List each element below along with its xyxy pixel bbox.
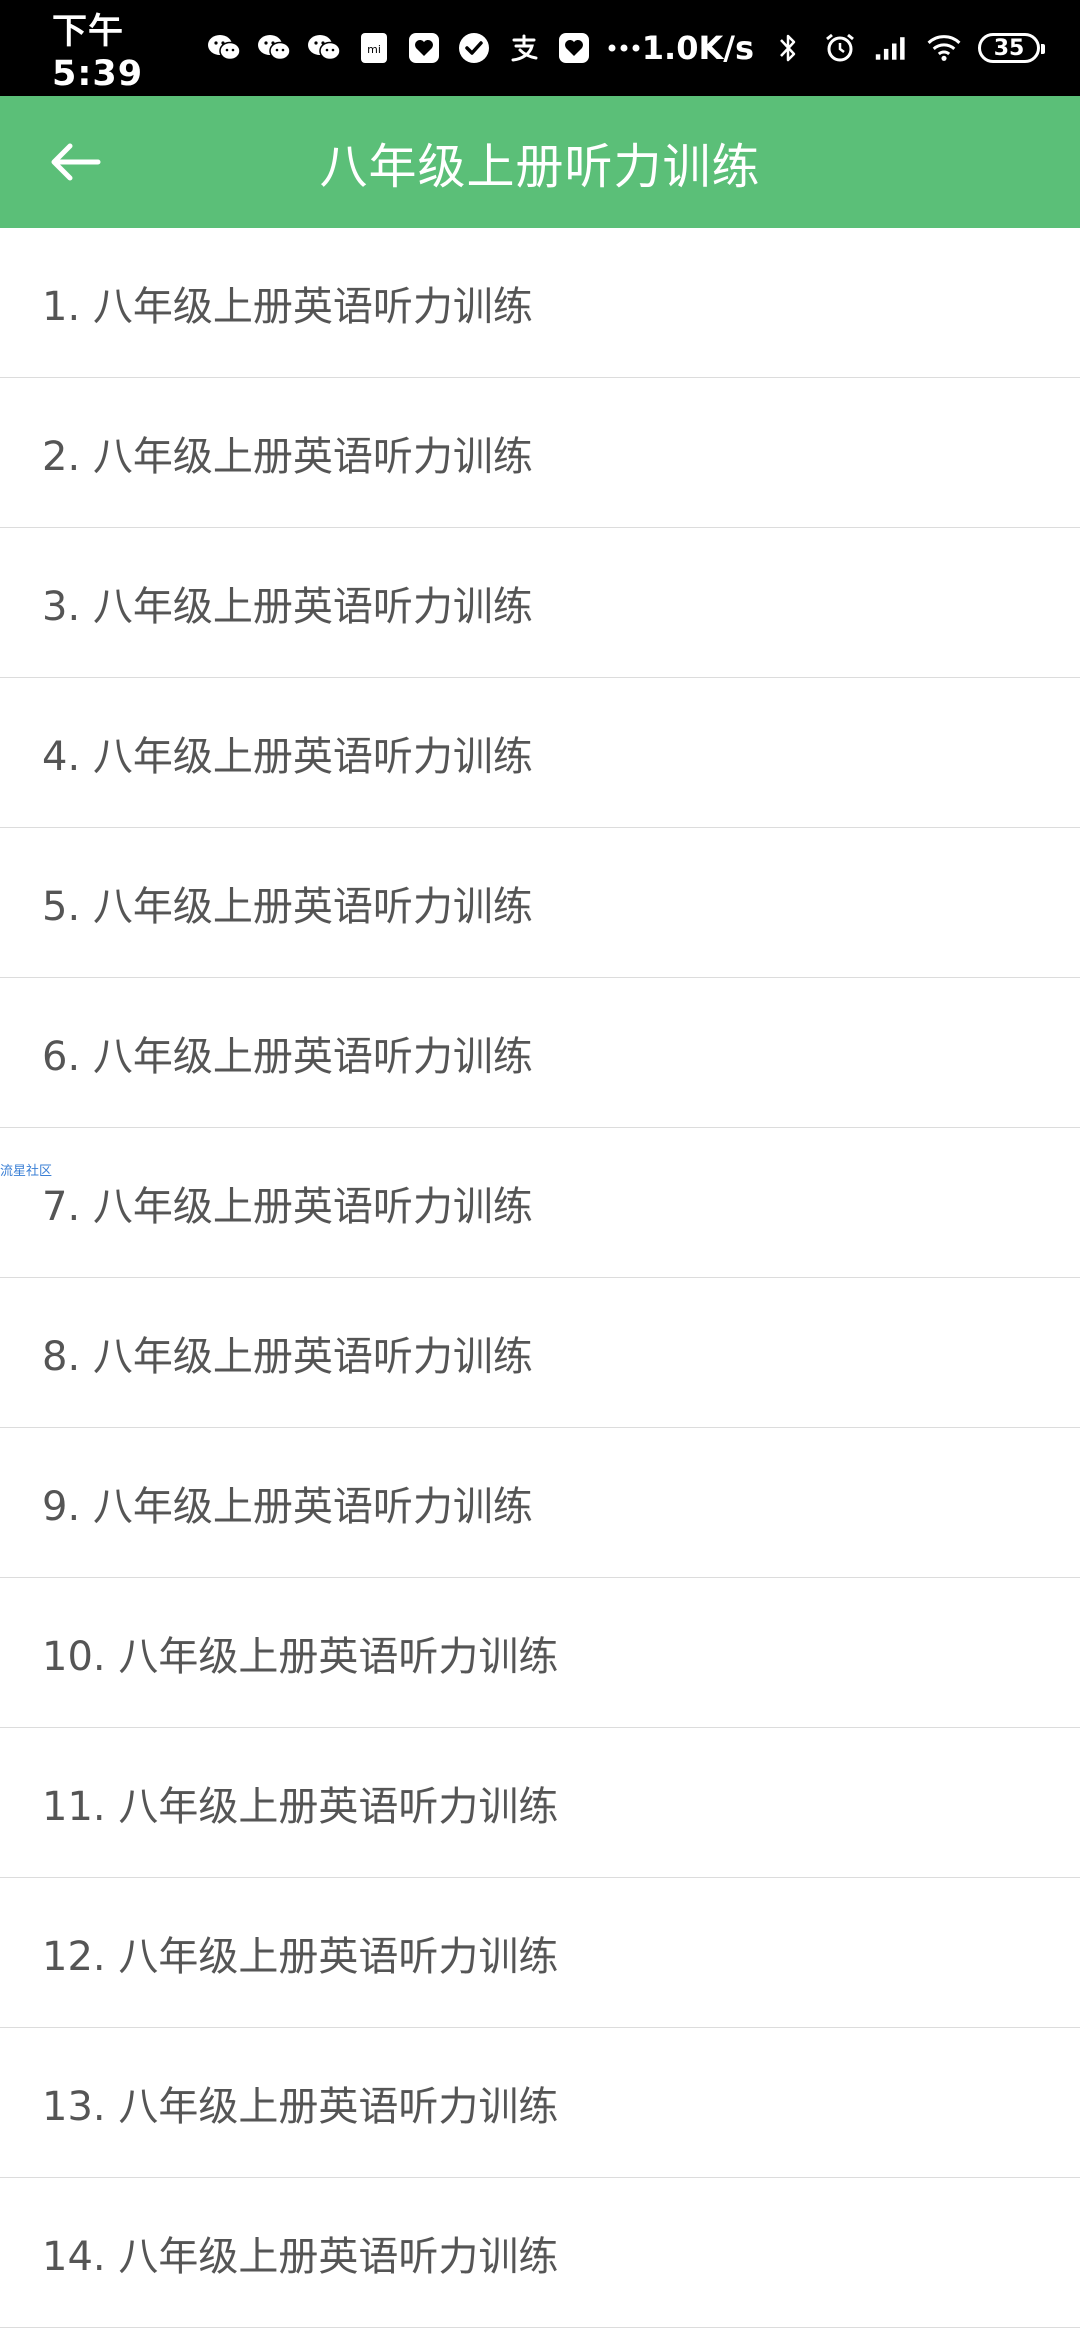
list-item[interactable]: 3. 八年级上册英语听力训练 <box>0 528 1080 678</box>
notification-icons: mi <box>206 30 642 66</box>
list-item-label: 6. 八年级上册英语听力训练 <box>42 1033 533 1080</box>
wifi-icon <box>926 30 962 66</box>
list-item[interactable]: 8. 八年级上册英语听力训练 <box>0 1278 1080 1428</box>
list-item-label: 7. 八年级上册英语听力训练 <box>42 1183 533 1230</box>
battery-icon: 35 <box>978 33 1045 63</box>
check-circle-icon <box>456 30 492 66</box>
list-item-label: 9. 八年级上册英语听力训练 <box>42 1483 533 1530</box>
wechat-icon <box>256 30 292 66</box>
network-speed: 1.0K/s <box>641 29 754 67</box>
app-bar: 八年级上册听力训练 <box>0 96 1080 228</box>
bluetooth-icon <box>770 30 806 66</box>
list-item[interactable]: 9. 八年级上册英语听力训练 <box>0 1428 1080 1578</box>
list-item[interactable]: 6. 八年级上册英语听力训练 <box>0 978 1080 1128</box>
list-item-label: 4. 八年级上册英语听力训练 <box>42 733 533 780</box>
status-bar: 下午5:39 mi 1.0K/s 35 <box>0 0 1080 96</box>
heart-app-icon <box>556 30 592 66</box>
list-item[interactable]: 13. 八年级上册英语听力训练 <box>0 2028 1080 2178</box>
alarm-icon <box>822 30 858 66</box>
list-item[interactable]: 5. 八年级上册英语听力训练 <box>0 828 1080 978</box>
list-item-label: 11. 八年级上册英语听力训练 <box>42 1783 559 1830</box>
list-item-label: 10. 八年级上册英语听力训练 <box>42 1633 559 1680</box>
svg-text:mi: mi <box>367 43 381 56</box>
list-item-label: 8. 八年级上册英语听力训练 <box>42 1333 533 1380</box>
watermark-text: 流星社区 <box>0 1164 53 1179</box>
list-item-label: 3. 八年级上册英语听力训练 <box>42 583 533 630</box>
list-item-label: 12. 八年级上册英语听力训练 <box>42 1933 559 1980</box>
page-title: 八年级上册听力训练 <box>319 139 761 195</box>
back-button[interactable] <box>36 124 112 200</box>
signal-icon <box>874 30 910 66</box>
list-item-label: 2. 八年级上册英语听力训练 <box>42 433 533 480</box>
list-item-label: 13. 八年级上册英语听力训练 <box>42 2083 559 2130</box>
lesson-list: 1. 八年级上册英语听力训练 2. 八年级上册英语听力训练 3. 八年级上册英语… <box>0 228 1080 2328</box>
system-indicators: 1.0K/s 35 <box>641 29 1045 67</box>
arrow-left-icon <box>51 143 101 181</box>
list-item[interactable]: 10. 八年级上册英语听力训练 <box>0 1578 1080 1728</box>
list-item[interactable]: 4. 八年级上册英语听力训练 <box>0 678 1080 828</box>
more-dots-icon <box>606 30 642 66</box>
list-item[interactable]: 12. 八年级上册英语听力训练 <box>0 1878 1080 2028</box>
status-time: 下午5:39 <box>52 11 144 94</box>
list-item-label: 1. 八年级上册英语听力训练 <box>42 283 533 330</box>
list-item[interactable]: 2. 八年级上册英语听力训练 <box>0 378 1080 528</box>
list-item[interactable]: 14. 八年级上册英语听力训练 <box>0 2178 1080 2328</box>
heart-app-icon <box>406 30 442 66</box>
wechat-icon <box>206 30 242 66</box>
list-item[interactable]: 11. 八年级上册英语听力训练 <box>0 1728 1080 1878</box>
list-item-label: 14. 八年级上册英语听力训练 <box>42 2233 559 2280</box>
alipay-icon <box>506 30 542 66</box>
list-item[interactable]: 1. 八年级上册英语听力训练 <box>0 228 1080 378</box>
list-item[interactable]: 7. 八年级上册英语听力训练 <box>0 1128 1080 1278</box>
mi-icon: mi <box>356 30 392 66</box>
list-item-label: 5. 八年级上册英语听力训练 <box>42 883 533 930</box>
wechat-icon <box>306 30 342 66</box>
